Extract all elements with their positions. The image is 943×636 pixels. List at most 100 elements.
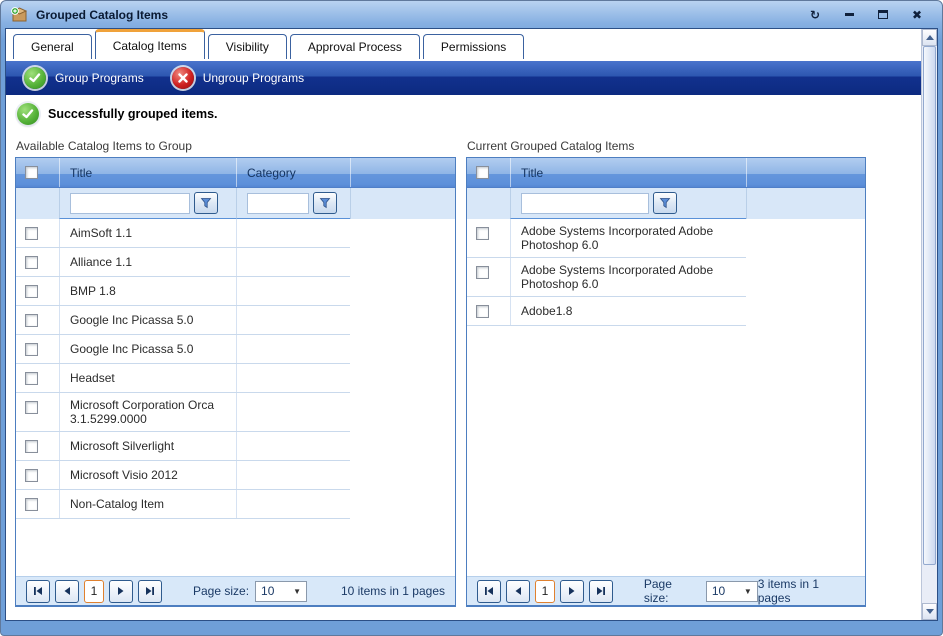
first-page-button[interactable] <box>26 580 50 603</box>
table-row[interactable]: Microsoft Silverlight <box>16 432 350 461</box>
first-page-button[interactable] <box>477 580 501 603</box>
title-filter-input[interactable] <box>70 193 190 214</box>
column-header-title[interactable]: Title <box>510 158 746 187</box>
row-checkbox[interactable] <box>25 285 38 298</box>
page-size-select[interactable]: 10 ▼ <box>255 581 307 602</box>
next-page-button[interactable] <box>560 580 584 603</box>
row-checkbox[interactable] <box>25 372 38 385</box>
row-title: Adobe1.8 <box>510 297 746 325</box>
title-filter-input[interactable] <box>521 193 649 214</box>
row-title: Alliance 1.1 <box>59 248 236 276</box>
column-header-category[interactable]: Category <box>236 158 350 187</box>
pager-summary: 10 items in 1 pages <box>341 584 445 598</box>
row-title: Adobe Systems Incorporated Adobe Photosh… <box>510 258 746 296</box>
select-all-checkbox[interactable] <box>476 166 489 179</box>
grouped-items-panel: Current Grouped Catalog Items Title <box>466 131 866 607</box>
filter-row <box>467 188 865 219</box>
grouped-items-caption: Current Grouped Catalog Items <box>467 139 866 153</box>
scrollbar-track[interactable] <box>922 46 937 603</box>
pager: 1 Page size: 10 ▼ <box>467 576 865 605</box>
minimize-button[interactable] <box>842 8 856 22</box>
row-checkbox[interactable] <box>25 343 38 356</box>
maximize-button[interactable] <box>876 8 890 22</box>
category-filter-input[interactable] <box>247 193 309 214</box>
row-category <box>236 461 350 489</box>
row-checkbox[interactable] <box>25 256 38 269</box>
table-row[interactable]: Microsoft Corporation Orca 3.1.5299.0000 <box>16 393 350 432</box>
row-title: Microsoft Silverlight <box>59 432 236 460</box>
close-button[interactable]: ✖ <box>910 8 924 22</box>
row-category <box>236 335 350 363</box>
last-page-button[interactable] <box>138 580 162 603</box>
row-title: Headset <box>59 364 236 392</box>
tab-permissions[interactable]: Permissions <box>423 34 524 59</box>
package-icon <box>11 7 28 22</box>
check-circle-icon <box>24 67 46 89</box>
table-row[interactable]: Alliance 1.1 <box>16 248 350 277</box>
scrollbar-thumb[interactable] <box>923 46 936 565</box>
grid-header: Title Category <box>16 158 455 188</box>
row-checkbox[interactable] <box>25 469 38 482</box>
table-row[interactable]: AimSoft 1.1 <box>16 219 350 248</box>
table-row[interactable]: Google Inc Picassa 5.0 <box>16 335 350 364</box>
grid-rows: AimSoft 1.1 Alliance 1.1 BMP 1.8 <box>16 219 455 576</box>
row-checkbox[interactable] <box>25 401 38 414</box>
prev-page-button[interactable] <box>506 580 530 603</box>
row-category <box>236 219 350 247</box>
dialog-window: Grouped Catalog Items ↻ ✖ General Catalo… <box>0 0 943 636</box>
row-title: AimSoft 1.1 <box>59 219 236 247</box>
column-header-title[interactable]: Title <box>59 158 236 187</box>
prev-page-button[interactable] <box>55 580 79 603</box>
page-size-select[interactable]: 10 ▼ <box>706 581 758 602</box>
title-filter-button[interactable] <box>194 192 218 214</box>
tab-approval-process[interactable]: Approval Process <box>290 34 420 59</box>
category-filter-button[interactable] <box>313 192 337 214</box>
select-all-checkbox[interactable] <box>25 166 38 179</box>
row-title: Microsoft Corporation Orca 3.1.5299.0000 <box>59 393 236 431</box>
group-programs-button[interactable]: Group Programs <box>24 67 144 89</box>
tab-strip: General Catalog Items Visibility Approva… <box>6 29 921 59</box>
row-title: Non-Catalog Item <box>59 490 236 518</box>
ungroup-programs-label: Ungroup Programs <box>203 71 304 85</box>
row-checkbox[interactable] <box>476 305 489 318</box>
tab-visibility[interactable]: Visibility <box>208 34 287 59</box>
next-page-button[interactable] <box>109 580 133 603</box>
table-row[interactable]: Adobe Systems Incorporated Adobe Photosh… <box>467 219 746 258</box>
available-items-grid: Title Category <box>15 157 456 607</box>
filter-row <box>16 188 455 219</box>
row-checkbox[interactable] <box>476 227 489 240</box>
vertical-scrollbar[interactable] <box>921 29 937 620</box>
row-checkbox[interactable] <box>25 314 38 327</box>
ungroup-programs-button[interactable]: Ungroup Programs <box>172 67 304 89</box>
current-page-button[interactable]: 1 <box>84 580 104 603</box>
page-size-label: Page size: <box>644 577 700 605</box>
scroll-down-icon[interactable] <box>922 603 937 620</box>
row-checkbox[interactable] <box>25 227 38 240</box>
row-title: BMP 1.8 <box>59 277 236 305</box>
title-filter-button[interactable] <box>653 192 677 214</box>
available-items-panel: Available Catalog Items to Group Title C… <box>15 131 456 607</box>
toolbar: Group Programs Ungroup Programs <box>6 59 921 95</box>
tab-general[interactable]: General <box>13 34 92 59</box>
table-row[interactable]: Headset <box>16 364 350 393</box>
tab-catalog-items[interactable]: Catalog Items <box>95 29 205 59</box>
refresh-icon[interactable]: ↻ <box>808 8 822 22</box>
row-checkbox[interactable] <box>25 498 38 511</box>
last-page-button[interactable] <box>589 580 613 603</box>
pager: 1 Page size: 10 ▼ <box>16 576 455 605</box>
table-row[interactable]: Non-Catalog Item <box>16 490 350 519</box>
table-row[interactable]: Microsoft Visio 2012 <box>16 461 350 490</box>
table-row[interactable]: BMP 1.8 <box>16 277 350 306</box>
table-row[interactable]: Google Inc Picassa 5.0 <box>16 306 350 335</box>
window-title: Grouped Catalog Items <box>36 8 808 22</box>
table-row[interactable]: Adobe Systems Incorporated Adobe Photosh… <box>467 258 746 297</box>
row-checkbox[interactable] <box>25 440 38 453</box>
scroll-up-icon[interactable] <box>922 29 937 46</box>
row-checkbox[interactable] <box>476 266 489 279</box>
pager-summary: 3 items in 1 pages <box>758 577 855 605</box>
row-category <box>236 490 350 518</box>
group-programs-label: Group Programs <box>55 71 144 85</box>
table-row[interactable]: Adobe1.8 <box>467 297 746 326</box>
row-title: Google Inc Picassa 5.0 <box>59 335 236 363</box>
current-page-button[interactable]: 1 <box>535 580 555 603</box>
